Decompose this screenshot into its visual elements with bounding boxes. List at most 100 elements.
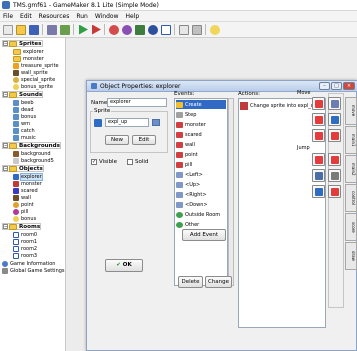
new-game-icon[interactable] — [3, 24, 13, 35]
collapse-icon[interactable]: − — [3, 92, 8, 97]
events-scrollbar[interactable] — [228, 98, 234, 286]
tree-item[interactable]: room1 — [13, 238, 37, 245]
sprite-menu-icon[interactable] — [152, 119, 160, 126]
tree-item[interactable]: wall — [13, 194, 31, 201]
tree-item[interactable]: room0 — [13, 231, 37, 238]
event-item-keyboard[interactable]: <Left> — [176, 170, 226, 179]
menu-edit[interactable]: Edit — [20, 13, 32, 20]
tree-item[interactable]: catch — [13, 127, 35, 134]
reverse-horizontal-button[interactable] — [312, 129, 325, 142]
menu-file[interactable]: File — [3, 13, 13, 20]
add-object-icon[interactable] — [148, 24, 158, 35]
event-item-keyboard[interactable]: <Right> — [176, 190, 226, 199]
edit-sprite-button[interactable]: Edit — [132, 135, 156, 145]
tree-item[interactable]: treasure_sprite — [13, 62, 59, 69]
debug-run-icon[interactable] — [92, 24, 101, 35]
event-item-collision[interactable]: monster — [176, 120, 226, 129]
tab-move[interactable]: move — [345, 97, 357, 125]
menu-help[interactable]: Help — [126, 13, 140, 20]
game-information-icon[interactable] — [179, 24, 189, 35]
tree-item[interactable]: pill — [13, 208, 28, 215]
add-background-icon[interactable] — [135, 24, 145, 35]
visible-checkbox[interactable]: ✓ — [91, 159, 97, 165]
tree-item[interactable]: room3 — [13, 252, 37, 259]
tab-main2[interactable]: main2 — [345, 155, 357, 183]
tree-item[interactable]: bonus — [13, 113, 36, 120]
tree-item[interactable]: monster — [13, 180, 42, 187]
run-game-icon[interactable] — [79, 24, 88, 35]
tab-main1[interactable]: main1 — [345, 126, 357, 154]
move-to-contact-button[interactable] — [312, 185, 325, 198]
bounce-button[interactable] — [328, 185, 341, 198]
tree-item[interactable]: point — [13, 201, 34, 208]
snap-to-grid-button[interactable] — [312, 169, 325, 182]
close-button[interactable]: × — [343, 82, 355, 90]
tree-item[interactable]: bonus_sprite — [13, 83, 53, 90]
event-item-collision[interactable]: point — [176, 150, 226, 159]
tree-item[interactable]: room2 — [13, 245, 37, 252]
create-executable-icon[interactable] — [47, 24, 57, 35]
open-folder-icon[interactable] — [16, 24, 26, 35]
move-fixed-button[interactable] — [312, 97, 325, 110]
tree-item[interactable]: wall_sprite — [13, 69, 48, 76]
event-item-collision[interactable]: wall — [176, 140, 226, 149]
move-towards-button[interactable] — [312, 113, 325, 126]
tab-control[interactable]: control — [345, 184, 357, 212]
collapse-icon[interactable]: − — [3, 41, 8, 46]
reverse-vertical-button[interactable] — [328, 129, 341, 142]
tree-item[interactable]: explorer — [13, 48, 44, 55]
event-item-keyboard[interactable]: <Down> — [176, 200, 226, 209]
add-room-icon[interactable] — [161, 24, 171, 35]
menu-window[interactable]: Window — [95, 13, 119, 20]
wrap-screen-button[interactable] — [328, 169, 341, 182]
tree-group-sprites[interactable]: − Sprites — [2, 40, 43, 47]
tree-group-rooms[interactable]: − Rooms — [2, 223, 42, 230]
jump-to-position-button[interactable] — [312, 153, 325, 166]
dialog-title-bar[interactable]: Object Properties: explorer – □ × — [87, 81, 357, 92]
event-item-step[interactable]: Step — [176, 110, 226, 119]
add-sound-icon[interactable] — [122, 24, 132, 35]
save-icon[interactable] — [29, 24, 39, 35]
tree-item[interactable]: dead — [13, 106, 34, 113]
solid-checkbox[interactable] — [127, 159, 133, 165]
tree-item[interactable]: scared — [13, 187, 38, 194]
events-list[interactable]: Create Step monster scared wall point pi… — [174, 98, 228, 286]
add-sprite-icon[interactable] — [109, 24, 119, 35]
add-event-button[interactable]: Add Event — [182, 229, 226, 241]
tree-item[interactable]: music — [13, 134, 36, 141]
speed-horizontal-button[interactable] — [328, 113, 341, 126]
tab-draw[interactable]: draw — [345, 242, 357, 270]
collapse-icon[interactable]: − — [3, 143, 8, 148]
publish-icon[interactable] — [60, 24, 70, 35]
tree-group-backgrounds[interactable]: − Backgrounds — [2, 142, 61, 149]
tree-item[interactable]: wrn — [13, 120, 30, 127]
ok-button[interactable]: ✔ OK — [105, 259, 143, 272]
tree-group-sounds[interactable]: − Sounds — [2, 91, 44, 98]
tree-item[interactable]: monster — [13, 55, 44, 62]
global-settings-icon[interactable] — [192, 24, 202, 35]
tree-group-objects[interactable]: − Objects — [2, 165, 44, 172]
delete-event-button[interactable]: Delete — [178, 276, 203, 288]
tree-item[interactable]: special_sprite — [13, 76, 55, 83]
tab-score[interactable]: score — [345, 213, 357, 241]
event-item-other[interactable]: Other — [176, 220, 226, 229]
event-item-outside-room[interactable]: Outside Room — [176, 210, 226, 219]
sprite-select[interactable]: expl_up — [105, 118, 149, 127]
collapse-icon[interactable]: − — [3, 166, 8, 171]
menu-run[interactable]: Run — [76, 13, 88, 20]
tree-item-selected[interactable]: explorer — [13, 172, 43, 181]
new-sprite-button[interactable]: New — [105, 135, 129, 145]
change-event-button[interactable]: Change — [205, 276, 232, 288]
event-item-create[interactable]: Create — [176, 100, 226, 109]
tree-global-settings[interactable]: Global Game Settings — [2, 267, 65, 274]
tree-item[interactable]: background — [13, 150, 51, 157]
collapse-icon[interactable]: − — [3, 224, 8, 229]
tree-item[interactable]: background5 — [13, 157, 54, 164]
jump-to-start-button[interactable] — [328, 153, 341, 166]
tree-item[interactable]: beeb — [13, 99, 34, 106]
event-item-collision[interactable]: pill — [176, 160, 226, 169]
tree-item[interactable]: bonus — [13, 215, 36, 222]
event-item-keyboard[interactable]: <Up> — [176, 180, 226, 189]
tree-game-information[interactable]: Game Information — [2, 260, 55, 267]
move-free-button[interactable] — [328, 97, 341, 110]
